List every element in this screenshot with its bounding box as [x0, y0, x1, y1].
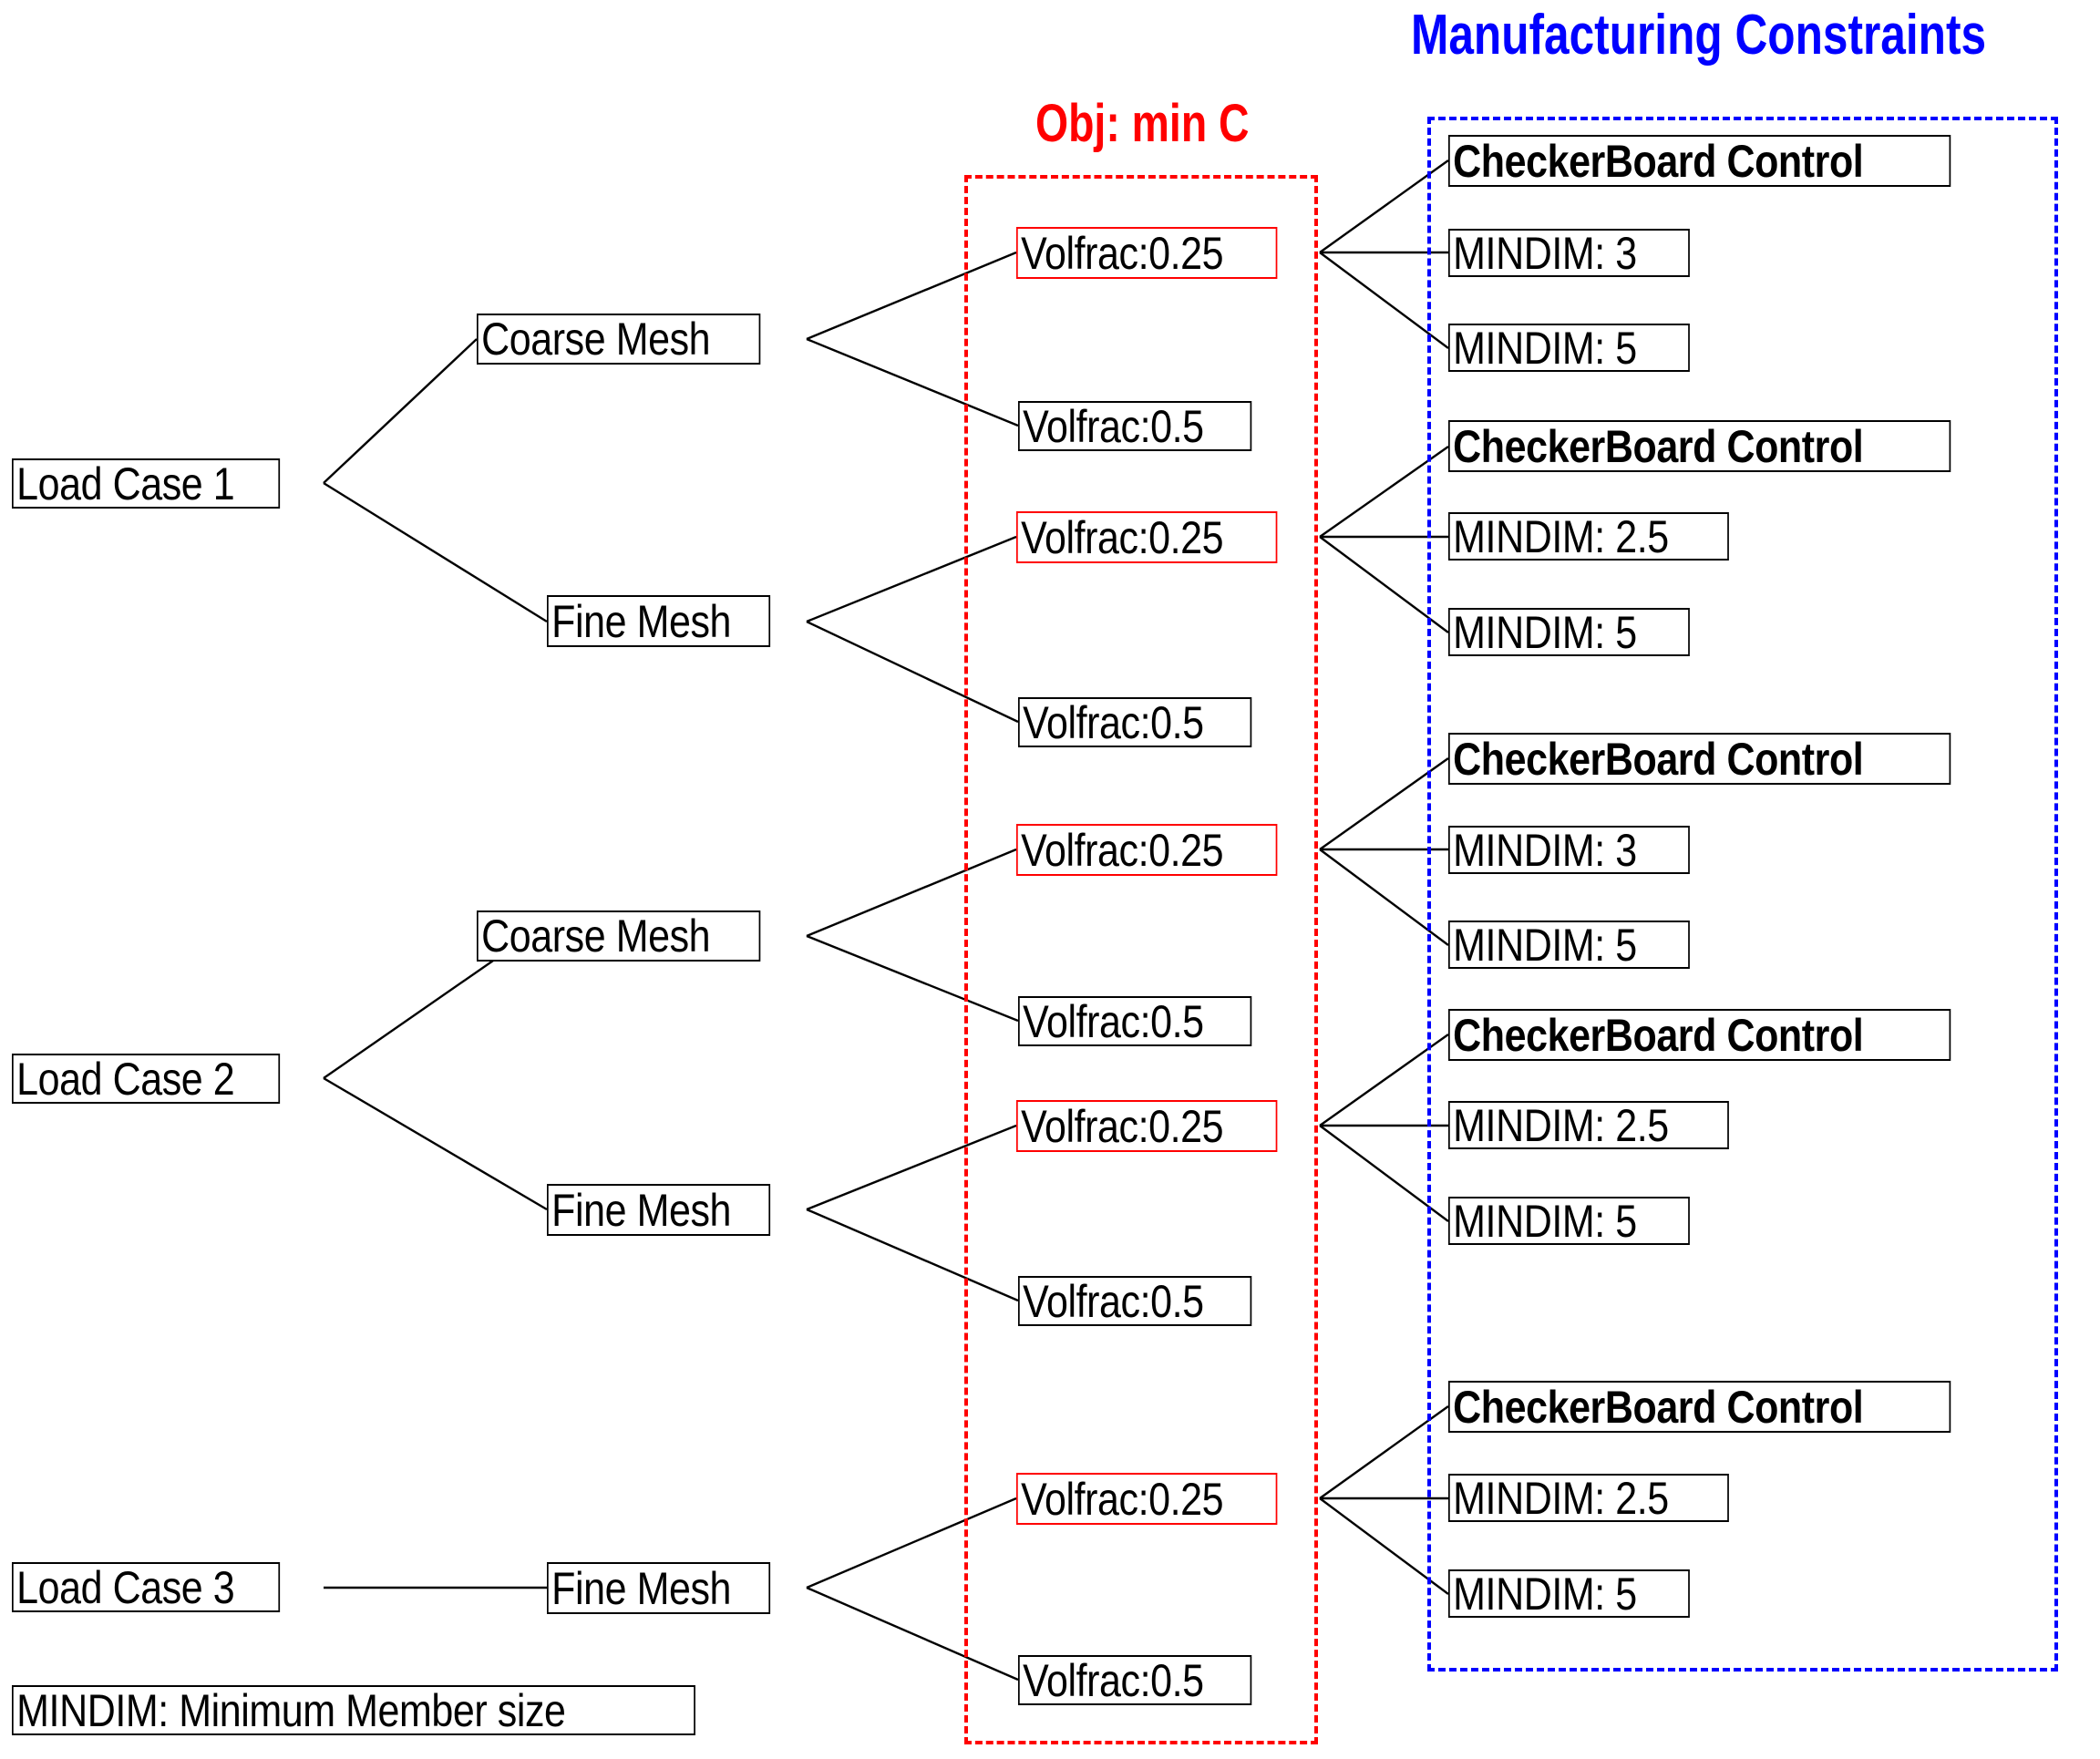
node-mindim-4a[interactable]: MINDIM: 2.5: [1448, 1101, 1729, 1149]
node-checkerboard-control-2[interactable]: CheckerBoard Control: [1448, 420, 1951, 472]
edge-fine2-vf25: [806, 1124, 1017, 1211]
objective-heading: Obj: min C: [1035, 94, 1250, 153]
node-fine-mesh-lc1[interactable]: Fine Mesh: [547, 595, 771, 647]
edge-fine2-vf50: [806, 1208, 1019, 1302]
node-volfrac-025-lc1-fine[interactable]: Volfrac:0.25: [1016, 511, 1278, 563]
edge-fine3-vf50: [806, 1586, 1019, 1682]
node-mindim-2a[interactable]: MINDIM: 2.5: [1448, 512, 1729, 561]
node-mindim-4b[interactable]: MINDIM: 5: [1448, 1197, 1690, 1245]
node-checkerboard-control-3[interactable]: CheckerBoard Control: [1448, 733, 1951, 785]
edge-vfd25-md4b: [1319, 1125, 1449, 1222]
node-volfrac-025-lc3-fine[interactable]: Volfrac:0.25: [1016, 1473, 1278, 1525]
node-mindim-5b[interactable]: MINDIM: 5: [1448, 1569, 1690, 1618]
node-coarse-mesh-lc2[interactable]: Coarse Mesh: [477, 910, 761, 962]
edge-vfb25-cb2: [1319, 446, 1449, 538]
node-mindim-1b[interactable]: MINDIM: 5: [1448, 324, 1690, 372]
node-volfrac-025-lc2-fine[interactable]: Volfrac:0.25: [1016, 1100, 1278, 1152]
edge-fine1-vf25: [806, 535, 1017, 623]
edge-coarse1-vf50: [806, 337, 1019, 427]
edge-coarse2-vf50: [806, 934, 1019, 1023]
edge-vfc25-md3b: [1319, 849, 1449, 946]
node-load-case-2[interactable]: Load Case 2: [12, 1054, 281, 1104]
node-mindim-3a[interactable]: MINDIM: 3: [1448, 826, 1690, 874]
node-coarse-mesh-lc1[interactable]: Coarse Mesh: [477, 314, 761, 365]
edge-fine3-vf25: [806, 1497, 1017, 1589]
node-volfrac-05-lc1-fine[interactable]: Volfrac:0.5: [1018, 697, 1252, 747]
edge-vfe25-cb5: [1319, 1405, 1449, 1499]
node-volfrac-05-lc1-coarse[interactable]: Volfrac:0.5: [1018, 401, 1252, 451]
node-fine-mesh-lc3[interactable]: Fine Mesh: [547, 1562, 771, 1614]
node-mindim-3b[interactable]: MINDIM: 5: [1448, 921, 1690, 969]
node-volfrac-05-lc2-fine[interactable]: Volfrac:0.5: [1018, 1276, 1252, 1326]
node-volfrac-025-lc1-coarse[interactable]: Volfrac:0.25: [1016, 227, 1278, 279]
node-checkerboard-control-1[interactable]: CheckerBoard Control: [1448, 135, 1951, 187]
legend-mindim-definition: MINDIM: Minimum Member size: [12, 1685, 695, 1735]
edge-coarse2-vf25: [806, 848, 1017, 938]
edge-lc2-fine: [323, 1076, 548, 1211]
node-load-case-3[interactable]: Load Case 3: [12, 1562, 281, 1612]
node-volfrac-05-lc2-coarse[interactable]: Volfrac:0.5: [1018, 996, 1252, 1046]
edge-vfb25-md2b: [1319, 536, 1449, 633]
diagram-canvas: Obj: min C Manufacturing Constraints Loa…: [0, 0, 2100, 1759]
edge-vfa25-md1b: [1319, 252, 1449, 349]
edge-vfa25-cb1: [1319, 159, 1449, 253]
node-checkerboard-control-5[interactable]: CheckerBoard Control: [1448, 1381, 1951, 1433]
node-fine-mesh-lc2[interactable]: Fine Mesh: [547, 1184, 771, 1236]
edge-lc1-fine: [323, 481, 548, 623]
node-load-case-1[interactable]: Load Case 1: [12, 458, 281, 509]
node-mindim-5a[interactable]: MINDIM: 2.5: [1448, 1474, 1729, 1522]
edge-vfd25-cb4: [1319, 1034, 1449, 1126]
node-volfrac-05-lc3-fine[interactable]: Volfrac:0.5: [1018, 1655, 1252, 1705]
manufacturing-heading: Manufacturing Constraints: [1411, 4, 1987, 67]
node-checkerboard-control-4[interactable]: CheckerBoard Control: [1448, 1009, 1951, 1061]
edge-lc1-coarse: [323, 338, 478, 484]
node-volfrac-025-lc2-coarse[interactable]: Volfrac:0.25: [1016, 824, 1278, 876]
node-mindim-2b[interactable]: MINDIM: 5: [1448, 608, 1690, 656]
edge-coarse1-vf25: [806, 251, 1017, 341]
edge-vfc25-cb3: [1319, 757, 1449, 850]
edge-fine1-vf50: [806, 620, 1019, 724]
node-mindim-1a[interactable]: MINDIM: 3: [1448, 229, 1690, 277]
edge-vfe25-md5b: [1319, 1497, 1449, 1595]
